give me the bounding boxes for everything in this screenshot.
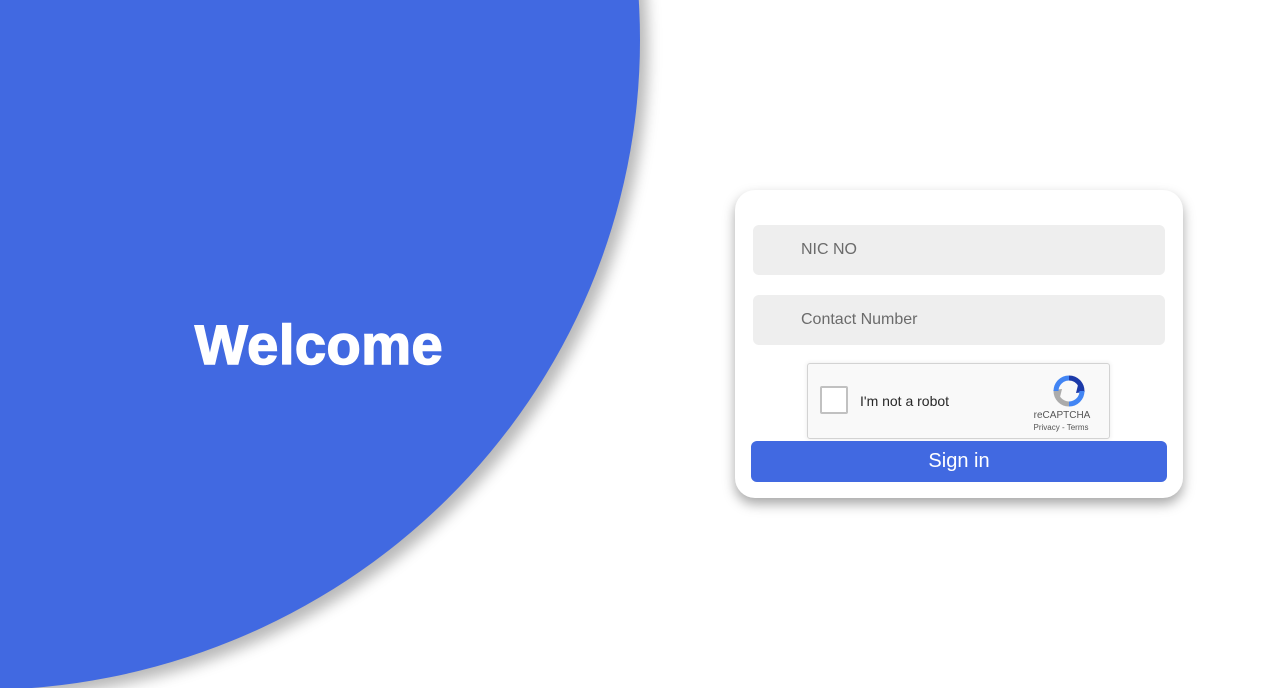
login-card: I'm not a robot reCAPTCHA Privacy - Term…: [735, 190, 1183, 498]
recaptcha-label: I'm not a robot: [860, 393, 950, 409]
recaptcha-terms-link[interactable]: Terms: [1067, 423, 1089, 432]
welcome-heading: Welcome: [194, 312, 444, 377]
recaptcha-widget: I'm not a robot reCAPTCHA Privacy - Term…: [807, 363, 1110, 439]
contact-number-input[interactable]: [753, 295, 1165, 345]
recaptcha-checkbox[interactable]: [820, 386, 848, 414]
page: Welcome I'm not a robot reCAPTCHA Privac…: [0, 0, 1266, 688]
recaptcha-logo-icon: [1053, 375, 1085, 407]
recaptcha-brand: reCAPTCHA: [1033, 410, 1091, 421]
nic-input[interactable]: [753, 225, 1165, 275]
recaptcha-privacy-link[interactable]: Privacy: [1034, 423, 1060, 432]
recaptcha-links-separator: -: [1059, 423, 1067, 432]
recaptcha-links: Privacy - Terms: [1023, 423, 1099, 432]
sign-in-button[interactable]: Sign in: [751, 441, 1167, 482]
